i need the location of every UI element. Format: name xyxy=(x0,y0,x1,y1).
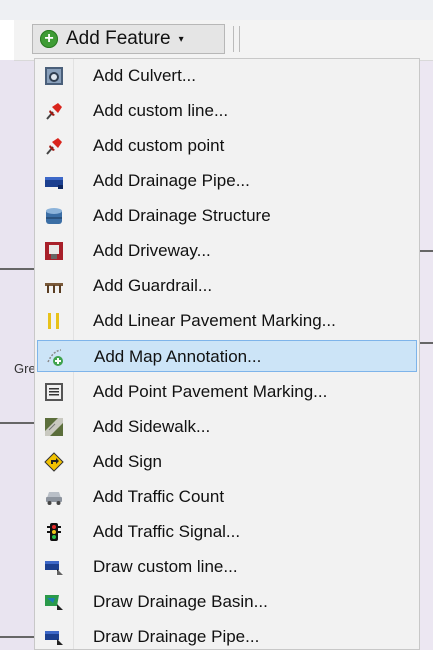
map-road-line xyxy=(420,342,433,344)
toolbar: + Add Feature ▾ xyxy=(14,20,433,61)
menu-item-label: Add Sidewalk... xyxy=(93,417,211,436)
menu-item-label: Add Guardrail... xyxy=(93,276,213,295)
car-icon xyxy=(46,492,62,505)
menu-item-label: Draw custom line... xyxy=(93,557,238,576)
menu-item-add-custom-point[interactable]: Add custom point xyxy=(37,130,417,162)
menu-item-draw-custom-line[interactable]: Draw custom line... xyxy=(37,551,417,583)
menu-item-draw-drainage-pipe[interactable]: Draw Drainage Pipe... xyxy=(37,621,417,653)
drainage-structure-icon xyxy=(46,208,62,224)
map-road-line xyxy=(0,422,34,424)
menu-item-label: Add Culvert... xyxy=(93,66,196,85)
menu-item-add-drainage-structure[interactable]: Add Drainage Structure xyxy=(37,200,417,232)
menu-item-label: Draw Drainage Basin... xyxy=(93,592,268,611)
draw-line-icon xyxy=(45,561,63,576)
top-strip xyxy=(0,0,433,20)
menu-item-label: Add Point Pavement Marking... xyxy=(93,382,328,401)
menu-item-add-point-pavement-marking[interactable]: Add Point Pavement Marking... xyxy=(37,376,417,408)
add-feature-menu: Add Culvert... Add custom line... Add cu… xyxy=(34,58,420,650)
menu-item-add-traffic-signal[interactable]: Add Traffic Signal... xyxy=(37,516,417,548)
point-marking-icon xyxy=(45,383,63,401)
menu-item-label: Add custom point xyxy=(93,136,225,155)
plus-circle-icon: + xyxy=(40,30,58,48)
menu-item-add-sidewalk[interactable]: Add Sidewalk... xyxy=(37,411,417,443)
menu-item-add-driveway[interactable]: Add Driveway... xyxy=(37,235,417,267)
pushpin-icon xyxy=(46,103,62,120)
map-road-line xyxy=(420,250,433,252)
sidewalk-icon xyxy=(45,418,63,436)
menu-item-add-traffic-count[interactable]: Add Traffic Count xyxy=(37,481,417,513)
menu-item-label: Add Map Annotation... xyxy=(94,347,262,366)
pushpin-icon xyxy=(46,138,62,155)
map-background-left xyxy=(0,60,34,650)
menu-item-label: Add custom line... xyxy=(93,101,229,120)
menu-item-add-guardrail[interactable]: Add Guardrail... xyxy=(37,270,417,302)
map-annotation-icon xyxy=(47,349,63,366)
linear-marking-icon xyxy=(48,313,59,329)
menu-item-add-linear-pavement-marking[interactable]: Add Linear Pavement Marking... xyxy=(37,305,417,337)
traffic-signal-icon xyxy=(47,523,61,541)
menu-item-add-sign[interactable]: Add Sign xyxy=(37,446,417,478)
map-label: Gre xyxy=(14,361,36,376)
drainage-basin-icon xyxy=(45,595,63,610)
chevron-down-icon: ▾ xyxy=(178,33,184,45)
toolbar-separator xyxy=(233,26,234,52)
menu-item-label: Add Traffic Count xyxy=(93,487,225,506)
guardrail-icon xyxy=(45,283,63,293)
add-feature-label: Add Feature xyxy=(66,28,171,49)
map-road-line xyxy=(0,636,34,638)
menu-item-add-custom-line[interactable]: Add custom line... xyxy=(37,95,417,127)
culvert-icon xyxy=(45,67,63,85)
map-background-right xyxy=(420,60,433,650)
menu-item-label: Add Driveway... xyxy=(93,241,211,260)
menu-item-label: Draw Drainage Pipe... xyxy=(93,627,260,646)
menu-item-label: Add Traffic Signal... xyxy=(93,522,241,541)
menu-item-label: Add Linear Pavement Marking... xyxy=(93,311,336,330)
driveway-icon xyxy=(45,242,63,260)
sign-icon xyxy=(44,452,64,472)
menu-item-draw-drainage-basin[interactable]: Draw Drainage Basin... xyxy=(37,586,417,618)
menu-item-add-culvert[interactable]: Add Culvert... xyxy=(37,60,417,92)
menu-item-add-drainage-pipe[interactable]: Add Drainage Pipe... xyxy=(37,165,417,197)
menu-item-label: Add Drainage Pipe... xyxy=(93,171,250,190)
drainage-pipe-icon xyxy=(45,177,63,189)
draw-pipe-icon xyxy=(45,631,63,645)
map-road-line xyxy=(0,268,34,270)
toolbar-separator xyxy=(239,26,240,52)
menu-item-add-map-annotation[interactable]: Add Map Annotation... xyxy=(37,340,417,372)
menu-item-label: Add Drainage Structure xyxy=(93,206,271,225)
add-feature-button[interactable]: + Add Feature ▾ xyxy=(32,24,225,54)
menu-item-label: Add Sign xyxy=(93,452,162,471)
